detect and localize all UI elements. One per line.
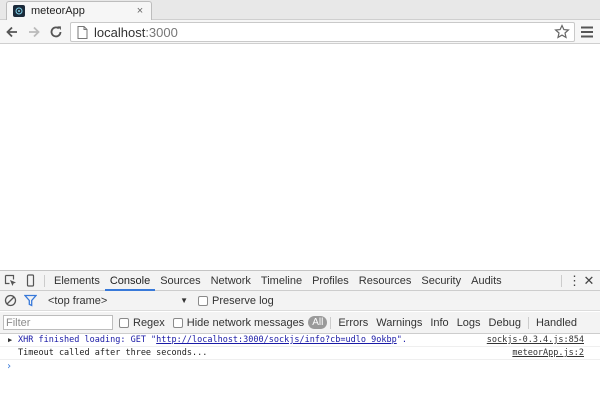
mobile-device-icon bbox=[26, 274, 34, 287]
page-icon bbox=[77, 25, 88, 39]
tab-elements[interactable]: Elements bbox=[49, 271, 105, 291]
tab-network[interactable]: Network bbox=[206, 271, 256, 291]
tab-console[interactable]: Console bbox=[104, 271, 156, 291]
level-all[interactable]: All bbox=[308, 316, 328, 329]
console-toolbar: <top frame> ▼ Preserve log bbox=[0, 291, 600, 311]
tab-sources[interactable]: Sources bbox=[155, 271, 205, 291]
divider bbox=[527, 316, 529, 329]
filter-input[interactable] bbox=[3, 315, 113, 330]
divider bbox=[44, 274, 45, 287]
reload-button[interactable] bbox=[46, 22, 66, 42]
console-filter-bar: Regex Hide network messages All Errors W… bbox=[0, 312, 600, 334]
arrow-left-icon bbox=[6, 26, 17, 37]
arrow-right-icon bbox=[29, 26, 40, 37]
expand-triangle-icon[interactable]: ▶ bbox=[8, 336, 18, 344]
message-source-link[interactable]: sockjs-0.3.4.js:854 bbox=[487, 335, 584, 345]
frame-selector-value: <top frame> bbox=[48, 294, 108, 307]
message-url-link[interactable]: http://localhost:3000/sockjs/info?cb=udl… bbox=[156, 335, 397, 345]
message-text: Timeout called after three seconds... bbox=[18, 348, 208, 358]
level-logs[interactable]: Logs bbox=[453, 317, 485, 329]
filter-toggle-button[interactable] bbox=[20, 291, 40, 311]
regex-checkbox[interactable] bbox=[119, 317, 129, 328]
close-devtools-icon[interactable]: ✕ bbox=[582, 273, 596, 289]
clear-console-button[interactable] bbox=[0, 291, 20, 311]
tab-strip: meteorApp × bbox=[0, 0, 600, 20]
tab-profiles[interactable]: Profiles bbox=[307, 271, 354, 291]
preserve-log-toggle[interactable]: Preserve log bbox=[198, 295, 274, 307]
message-text: XHR finished loading: GET "http://localh… bbox=[18, 335, 407, 345]
devtools-panel: Elements Console Sources Network Timelin… bbox=[0, 270, 600, 402]
hamburger-menu-icon[interactable] bbox=[580, 24, 594, 40]
more-options-icon[interactable]: ⋮ bbox=[568, 273, 581, 289]
filter-icon bbox=[23, 294, 37, 307]
dropdown-caret-icon: ▼ bbox=[180, 296, 188, 305]
console-output: ▶ XHR finished loading: GET "http://loca… bbox=[0, 334, 600, 402]
hide-network-checkbox[interactable] bbox=[172, 317, 183, 328]
prompt-chevron-icon: › bbox=[6, 361, 13, 372]
hide-network-toggle[interactable]: Hide network messages bbox=[172, 316, 305, 329]
browser-toolbar: localhost:3000 bbox=[0, 20, 600, 44]
message-source-link[interactable]: meteorApp.js:2 bbox=[512, 348, 584, 358]
device-mode-button[interactable] bbox=[20, 271, 40, 291]
preserve-log-checkbox[interactable] bbox=[198, 295, 208, 306]
regex-label: Regex bbox=[133, 316, 165, 329]
console-prompt[interactable]: › bbox=[0, 360, 600, 373]
address-bar[interactable]: localhost:3000 bbox=[70, 22, 575, 42]
devtools-tab-bar: Elements Console Sources Network Timelin… bbox=[0, 271, 600, 291]
bookmark-star-icon[interactable] bbox=[554, 24, 570, 40]
reload-icon bbox=[50, 25, 62, 37]
frame-selector[interactable]: <top frame> ▼ bbox=[48, 295, 188, 307]
level-info[interactable]: Info bbox=[426, 317, 452, 329]
divider bbox=[330, 316, 332, 329]
level-handled[interactable]: Handled bbox=[532, 317, 581, 329]
tab-audits[interactable]: Audits bbox=[466, 271, 507, 291]
console-message: ▶ XHR finished loading: GET "http://loca… bbox=[0, 334, 600, 347]
level-warnings[interactable]: Warnings bbox=[372, 317, 426, 329]
meteor-favicon-icon bbox=[13, 5, 25, 17]
level-errors[interactable]: Errors bbox=[334, 317, 372, 329]
tab-close-icon[interactable]: × bbox=[135, 5, 145, 17]
tab-resources[interactable]: Resources bbox=[354, 271, 417, 291]
page-viewport bbox=[0, 45, 600, 270]
preserve-log-label: Preserve log bbox=[212, 294, 274, 307]
divider bbox=[561, 275, 562, 287]
hide-network-label: Hide network messages bbox=[186, 316, 305, 329]
clear-icon bbox=[4, 294, 16, 307]
inspect-icon bbox=[4, 274, 16, 286]
tab-title: meteorApp bbox=[31, 5, 85, 17]
back-button[interactable] bbox=[2, 22, 22, 42]
level-debug[interactable]: Debug bbox=[485, 317, 525, 329]
url-text: localhost:3000 bbox=[94, 24, 178, 40]
browser-tab[interactable]: meteorApp × bbox=[6, 1, 152, 20]
tab-timeline[interactable]: Timeline bbox=[256, 271, 307, 291]
inspect-element-button[interactable] bbox=[0, 271, 20, 291]
console-message: Timeout called after three seconds... me… bbox=[0, 347, 600, 360]
regex-toggle[interactable]: Regex bbox=[119, 317, 165, 329]
devtools-window-controls: ⋮ ✕ bbox=[555, 271, 596, 291]
tab-security[interactable]: Security bbox=[416, 271, 466, 291]
forward-button[interactable] bbox=[24, 22, 44, 42]
